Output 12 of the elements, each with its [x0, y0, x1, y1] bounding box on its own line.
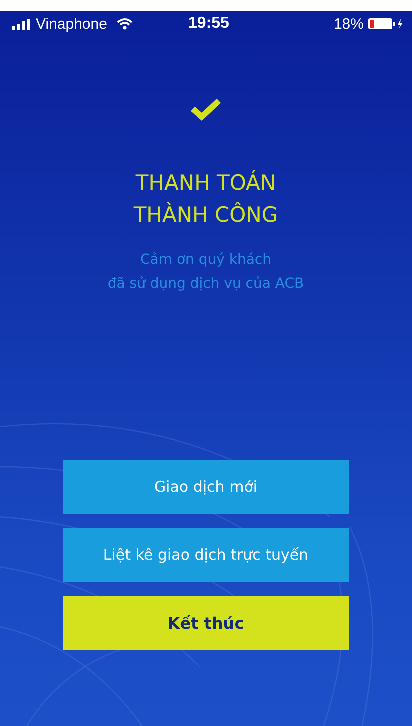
finish-button[interactable]: Kết thúc — [63, 596, 349, 650]
action-button[interactable]: Liệt kê giao dịch trực tuyến — [63, 528, 349, 582]
thank-you-message: Cảm ơn quý khách đã sử dụng dịch vụ của ACB — [108, 251, 304, 294]
battery-charging-icon — [368, 18, 406, 30]
action-button[interactable]: Giao dịch mới — [63, 460, 349, 514]
success-title: THANH TOÁN THÀNH CÔNG — [134, 170, 278, 229]
checkmark-icon — [190, 97, 222, 121]
signal-icon — [12, 18, 32, 30]
carrier-name: Vinaphone — [36, 16, 108, 32]
status-time: 19:55 — [188, 15, 230, 33]
wifi-icon — [117, 18, 134, 30]
battery-percent: 18% — [334, 16, 364, 32]
